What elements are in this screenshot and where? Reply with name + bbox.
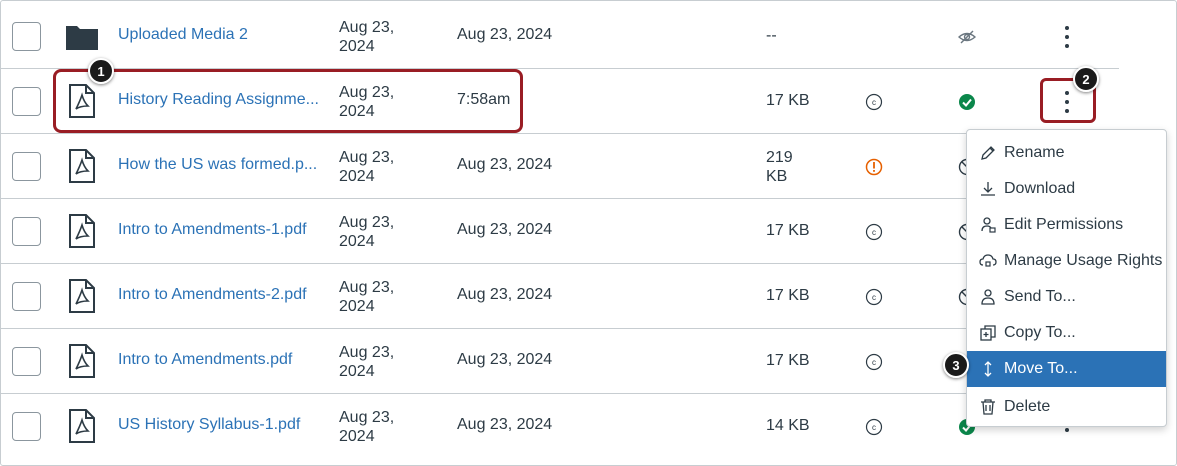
date-modified: Aug 23, 2024	[457, 351, 553, 368]
date-modified: Aug 23, 2024	[457, 416, 553, 433]
menu-item-move-to[interactable]: Move To...	[967, 351, 1166, 387]
menu-item-send-to[interactable]: Send To...	[967, 279, 1166, 315]
file-size: 219 KB	[766, 149, 793, 185]
date-created: Aug 23, 2024	[339, 149, 395, 185]
pdf-file-icon	[69, 214, 95, 248]
file-name-link[interactable]: Intro to Amendments-1.pdf	[118, 221, 307, 239]
date-modified: Aug 23, 2024	[457, 286, 553, 303]
copyright-icon[interactable]: c	[865, 223, 883, 241]
menu-item-rename[interactable]: Rename	[967, 135, 1166, 171]
callout-badge: 2	[1073, 66, 1099, 92]
warning-icon[interactable]	[865, 158, 883, 176]
options-menu: Rename Download Edit Permissions Manage …	[966, 129, 1167, 427]
row-checkbox[interactable]	[12, 217, 41, 246]
date-created: Aug 23, 2024	[339, 279, 395, 315]
table-row[interactable]: How the US was formed.p... Aug 23, 2024 A…	[1, 134, 1119, 199]
folder-icon	[66, 26, 98, 50]
file-size: 17 KB	[766, 287, 810, 304]
file-size: --	[766, 27, 777, 44]
svg-text:c: c	[872, 423, 876, 432]
row-checkbox[interactable]	[12, 282, 41, 311]
pdf-file-icon	[69, 149, 95, 183]
copyright-icon[interactable]: c	[865, 288, 883, 306]
row-checkbox[interactable]	[12, 347, 41, 376]
pencil-icon	[978, 143, 998, 163]
cloud-lock-icon	[978, 251, 998, 271]
callout-badge: 3	[943, 352, 969, 378]
file-size: 17 KB	[766, 222, 810, 239]
trash-icon	[978, 397, 998, 417]
file-name-link[interactable]: How the US was formed.p...	[118, 156, 317, 174]
date-modified: Aug 23, 2024	[457, 156, 553, 173]
menu-item-manage-usage-rights[interactable]: Manage Usage Rights	[967, 243, 1166, 279]
svg-text:c: c	[872, 358, 876, 367]
file-size: 14 KB	[766, 417, 810, 434]
table-row[interactable]: Intro to Amendments-1.pdf Aug 23, 2024 Au…	[1, 199, 1119, 264]
menu-item-copy-to[interactable]: Copy To...	[967, 315, 1166, 351]
file-name-link[interactable]: US History Syllabus-1.pdf	[118, 416, 300, 434]
pdf-file-icon	[69, 409, 95, 443]
menu-item-edit-permissions[interactable]: Edit Permissions	[967, 207, 1166, 243]
move-icon	[978, 359, 998, 379]
menu-item-download[interactable]: Download	[967, 171, 1166, 207]
table-row[interactable]: Intro to Amendments-2.pdf Aug 23, 2024 Au…	[1, 264, 1119, 329]
more-options-button[interactable]	[1059, 24, 1075, 50]
row-checkbox[interactable]	[12, 22, 41, 51]
download-icon	[978, 179, 998, 199]
svg-text:c: c	[872, 98, 876, 107]
copyright-icon[interactable]: c	[865, 93, 883, 111]
date-modified: Aug 23, 2024	[457, 221, 553, 238]
row-checkbox[interactable]	[12, 412, 41, 441]
menu-item-delete[interactable]: Delete	[967, 389, 1166, 425]
pdf-file-icon	[69, 279, 95, 313]
svg-text:c: c	[872, 228, 876, 237]
copy-icon	[978, 323, 998, 343]
file-name-link[interactable]: Intro to Amendments.pdf	[118, 351, 292, 369]
table-row[interactable]: Uploaded Media 2 Aug 23, 2024 Aug 23, 202…	[1, 4, 1119, 69]
date-created: Aug 23, 2024	[339, 214, 395, 250]
file-name-link[interactable]: Intro to Amendments-2.pdf	[118, 286, 307, 304]
date-created: Aug 23, 2024	[339, 409, 395, 445]
date-created: Aug 23, 2024	[339, 344, 395, 380]
file-size: 17 KB	[766, 92, 810, 109]
svg-text:c: c	[872, 293, 876, 302]
date-created: Aug 23, 2024	[339, 19, 395, 55]
permissions-icon	[978, 215, 998, 235]
row-checkbox[interactable]	[12, 87, 41, 116]
date-modified: Aug 23, 2024	[457, 26, 553, 43]
table-row[interactable]: US History Syllabus-1.pdf Aug 23, 2024 Au…	[1, 394, 1119, 459]
row-checkbox[interactable]	[12, 152, 41, 181]
file-size: 17 KB	[766, 352, 810, 369]
callout-badge: 1	[88, 58, 114, 84]
copyright-icon[interactable]: c	[865, 353, 883, 371]
published-check-icon[interactable]	[958, 93, 976, 111]
pdf-file-icon	[69, 344, 95, 378]
hidden-eye-icon[interactable]	[958, 28, 976, 46]
copyright-icon[interactable]: c	[865, 418, 883, 436]
highlight-file-row	[53, 69, 523, 133]
user-icon	[978, 287, 998, 307]
file-name-link[interactable]: Uploaded Media 2	[118, 26, 248, 44]
